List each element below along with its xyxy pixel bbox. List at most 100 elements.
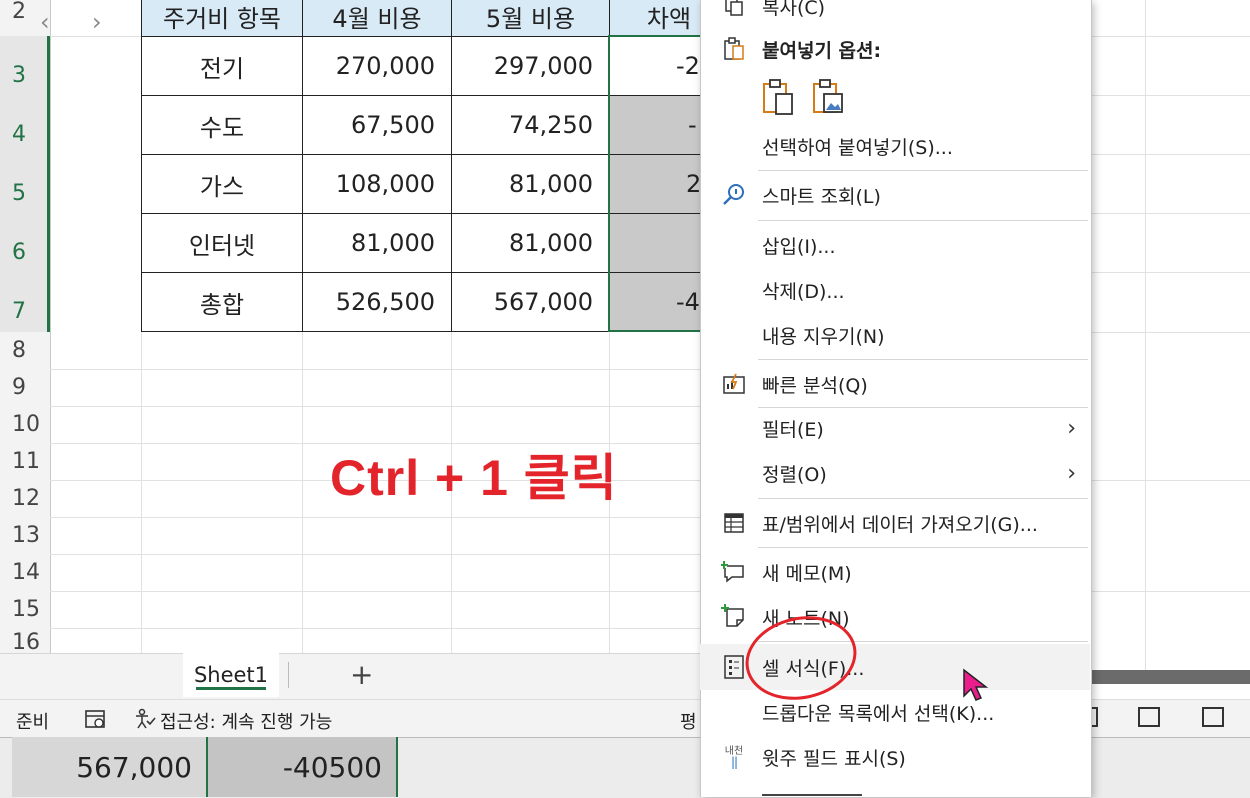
may-cell[interactable]: 567,000 (451, 272, 610, 332)
menu-label: 필터(E) (762, 418, 824, 441)
menu-item-sort[interactable]: 정렬(O) › (700, 451, 1090, 495)
april-cell[interactable]: 526,500 (302, 272, 452, 332)
grid-line (1090, 154, 1250, 155)
status-ready: 준비 (16, 712, 50, 733)
row-number[interactable]: 15 (0, 591, 50, 628)
mouse-cursor-icon (962, 668, 990, 708)
right-grid-area[interactable] (1090, 0, 1250, 670)
menu-label: 내용 지우기(N) (762, 325, 885, 348)
prev-sheet-arrow[interactable]: ‹ (40, 8, 50, 36)
row-number[interactable]: 14 (0, 554, 50, 591)
menu-item-cutoff (762, 788, 872, 797)
april-cell[interactable]: 108,000 (302, 154, 452, 214)
may-cell[interactable]: 297,000 (451, 36, 610, 96)
header-cell[interactable]: 4월 비용 (302, 0, 452, 37)
menu-label: 정렬(O) (762, 463, 827, 486)
menu-item-phonetic[interactable]: 내천 || 윗주 필드 표시(S) (700, 735, 1090, 779)
menu-item-clear-contents[interactable]: 내용 지우기(N) (700, 313, 1090, 357)
grid-line (1090, 480, 1250, 481)
grid-line (50, 591, 700, 592)
row-number[interactable]: 4 (0, 95, 50, 154)
menu-label: 스마트 조회(L) (762, 185, 881, 208)
menu-separator (758, 547, 1088, 548)
grid-line (1090, 36, 1250, 37)
menu-item-paste-special[interactable]: 선택하여 붙여넣기(S)... (700, 124, 1090, 168)
menu-label: 드롭다운 목록에서 선택(K)... (762, 702, 995, 725)
menu-item-quick-analysis[interactable]: 빠른 분석(Q) (700, 362, 1090, 406)
clipboard-icon (720, 35, 748, 63)
item-cell[interactable]: 총합 (141, 272, 303, 332)
menu-separator (758, 498, 1088, 499)
tab-separator (288, 662, 289, 688)
row-number[interactable]: 9 (0, 369, 50, 406)
menu-item-copy[interactable]: 복사(C) (700, 0, 1090, 28)
menu-item-new-comment[interactable]: 새 메모(M) (700, 550, 1090, 594)
menu-item-get-data[interactable]: 표/범위에서 데이터 가져오기(G)... (700, 501, 1090, 545)
new-comment-icon (720, 558, 748, 586)
macro-record-icon[interactable] (84, 709, 108, 735)
row-number[interactable]: 12 (0, 480, 50, 517)
row-number[interactable]: 3 (0, 36, 50, 95)
header-cell[interactable]: 5월 비용 (451, 0, 610, 37)
may-cell[interactable]: 81,000 (451, 154, 610, 214)
menu-item-filter[interactable]: 필터(E) › (700, 406, 1090, 450)
menu-item-delete[interactable]: 삭제(D)... (700, 268, 1090, 312)
row-number[interactable]: 8 (0, 332, 50, 369)
april-cell[interactable]: 81,000 (302, 213, 452, 273)
new-note-icon (720, 603, 748, 631)
row-number[interactable]: 11 (0, 443, 50, 480)
menu-item-new-note[interactable]: 새 노트(N) (700, 595, 1090, 639)
phonetic-icon: 내천 || (724, 746, 744, 769)
grid-line (50, 628, 700, 629)
sheet-tab-sheet1[interactable]: Sheet1 (183, 653, 279, 697)
grid-line (1090, 272, 1250, 273)
active-tab-underline (196, 687, 266, 690)
grid-line (1090, 591, 1250, 592)
grid-line (1145, 0, 1146, 670)
menu-label: 붙여넣기 옵션: (762, 39, 882, 62)
copy-icon (720, 0, 748, 20)
item-cell[interactable]: 전기 (141, 36, 303, 96)
menu-item-insert[interactable]: 삽입(I)... (700, 223, 1090, 267)
item-cell[interactable]: 수도 (141, 95, 303, 155)
menu-label: 새 메모(M) (762, 562, 852, 585)
row-number[interactable]: 5 (0, 154, 50, 213)
menu-item-dropdown-pick[interactable]: 드롭다운 목록에서 선택(K)... (700, 690, 1090, 734)
horizontal-scrollbar[interactable] (1090, 670, 1250, 684)
row-number[interactable]: 13 (0, 517, 50, 554)
paste-icon[interactable] (760, 78, 796, 122)
row-number[interactable]: 16 (0, 628, 50, 653)
annotation-text: Ctrl + 1 클릭 (330, 450, 618, 506)
april-cell[interactable]: 67,500 (302, 95, 452, 155)
row-number[interactable]: 7 (0, 272, 50, 332)
page-layout-view-icon[interactable] (1138, 707, 1160, 727)
row-number[interactable]: 6 (0, 213, 50, 272)
next-sheet-arrow[interactable]: › (92, 8, 102, 36)
bottom-cell-value[interactable]: -40500 (208, 737, 398, 797)
menu-label: 삽입(I)... (762, 235, 836, 258)
menu-separator (758, 359, 1088, 360)
april-cell[interactable]: 270,000 (302, 36, 452, 96)
page-break-view-icon[interactable] (1202, 707, 1224, 727)
may-cell[interactable]: 81,000 (451, 213, 610, 273)
menu-label: 윗주 필드 표시(S) (762, 747, 906, 770)
menu-label: 복사(C) (762, 0, 826, 19)
header-cell[interactable]: 주거비 항목 (141, 0, 303, 37)
item-cell[interactable]: 가스 (141, 154, 303, 214)
menu-label: 표/범위에서 데이터 가져오기(G)... (762, 513, 1038, 536)
row-number[interactable]: 10 (0, 406, 50, 443)
item-cell[interactable]: 인터넷 (141, 213, 303, 273)
add-sheet-button[interactable]: + (350, 658, 373, 691)
menu-separator (758, 220, 1088, 221)
table-icon (720, 509, 748, 537)
format-cells-icon (720, 653, 748, 681)
paste-picture-icon[interactable] (810, 78, 846, 122)
menu-label: 삭제(D)... (762, 280, 845, 303)
accessibility-status[interactable]: 접근성: 계속 진행 가능 (160, 708, 332, 734)
bottom-cell-value[interactable]: 567,000 (12, 737, 208, 797)
accessibility-icon[interactable] (132, 707, 156, 735)
menu-item-smart-lookup[interactable]: 스마트 조회(L) (700, 173, 1090, 217)
grid-line (1090, 95, 1250, 96)
menu-item-paste-options: 붙여넣기 옵션: (700, 27, 1090, 71)
may-cell[interactable]: 74,250 (451, 95, 610, 155)
